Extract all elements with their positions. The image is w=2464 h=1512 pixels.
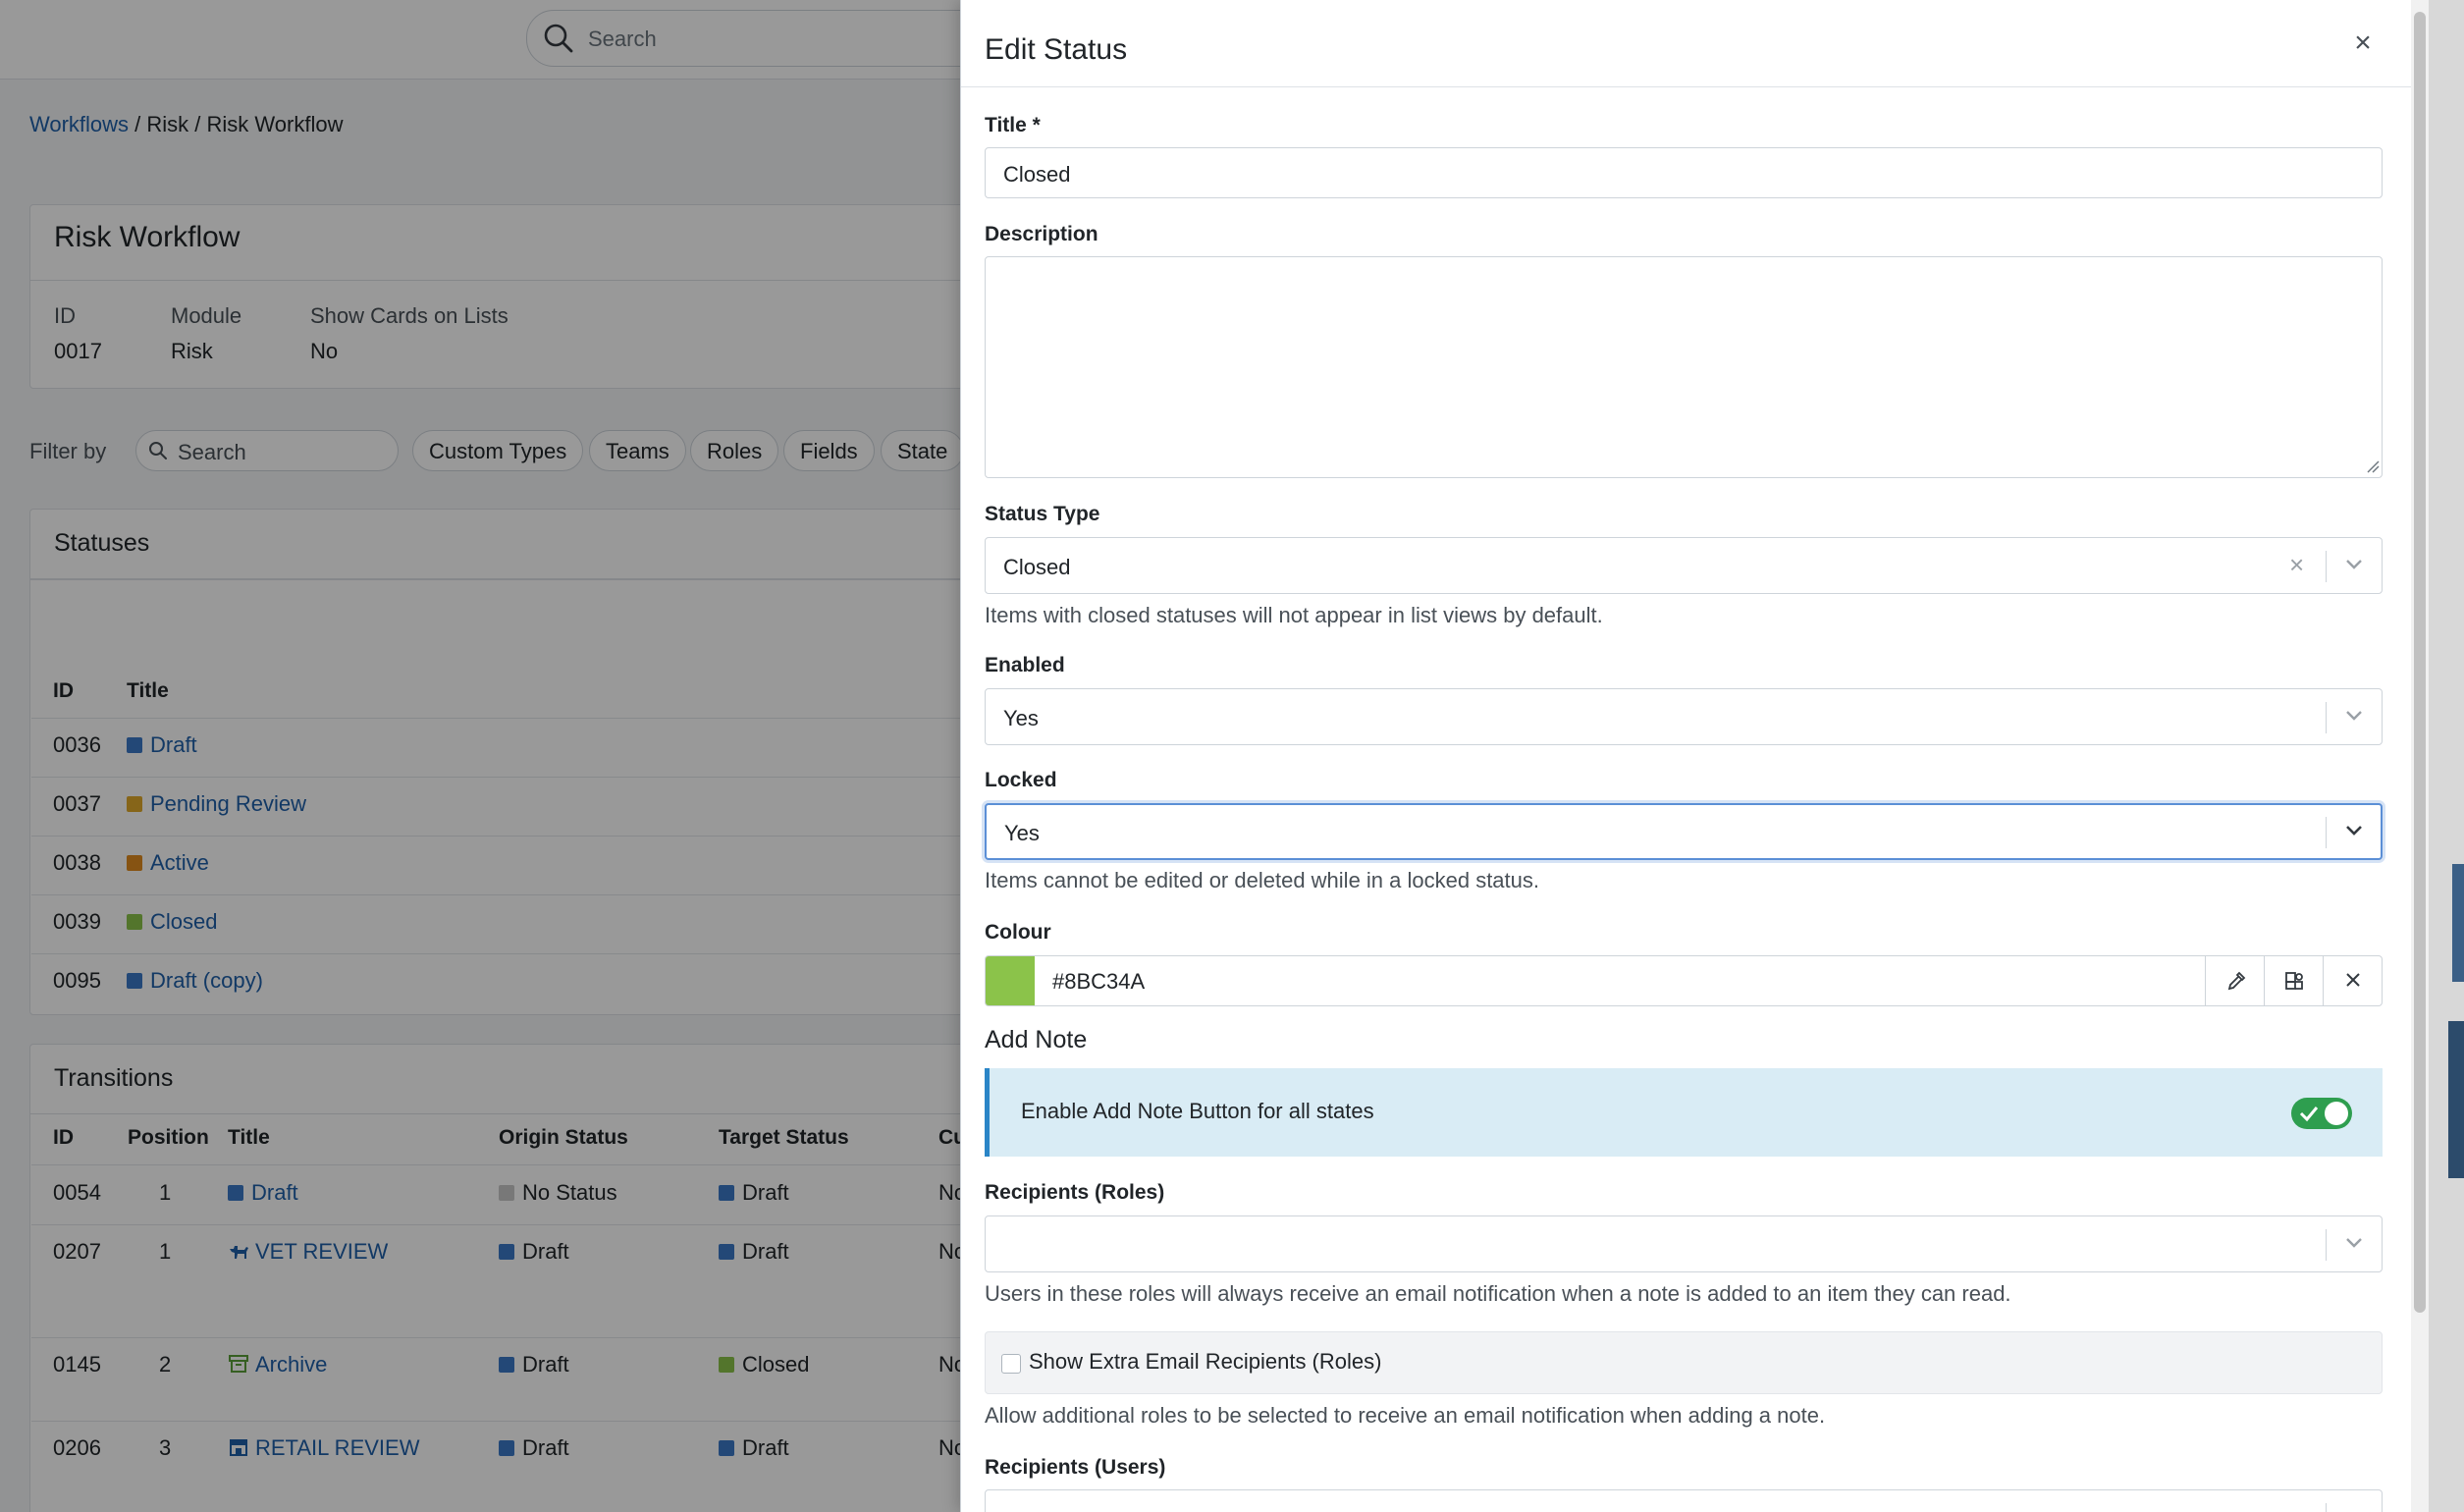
recipients-users-label: Recipients (Users) [985, 1456, 1166, 1479]
panel-title: Edit Status [985, 33, 1128, 66]
panel-scrollbar-thumb[interactable] [2414, 12, 2426, 1313]
extra-recipients-label: Show Extra Email Recipients (Roles) [1029, 1349, 1382, 1374]
toggle-knob [2325, 1102, 2348, 1125]
select-separator [2326, 1503, 2327, 1512]
enabled-label: Enabled [985, 654, 1065, 676]
close-icon [2344, 971, 2362, 994]
select-separator [2326, 817, 2327, 848]
chevron-down-icon[interactable] [2344, 558, 2364, 576]
close-icon[interactable]: × [2345, 26, 2381, 61]
background-edge [2429, 0, 2464, 1512]
colour-swatch[interactable] [986, 956, 1035, 1005]
chevron-down-icon[interactable] [2344, 824, 2364, 842]
title-input[interactable]: Closed [985, 147, 2383, 198]
select-separator [2326, 1229, 2327, 1261]
extra-recipients-checkbox[interactable] [1001, 1354, 1021, 1374]
add-note-toggle-label: Enable Add Note Button for all states [1021, 1099, 1374, 1123]
status-type-select[interactable]: Closed × [985, 537, 2383, 594]
status-type-help: Items with closed statuses will not appe… [985, 603, 1603, 627]
modal-backdrop[interactable] [0, 0, 960, 1512]
title-input-value: Closed [1003, 162, 1071, 187]
locked-value: Yes [1004, 821, 1040, 845]
extra-recipients-box[interactable]: Show Extra Email Recipients (Roles) [985, 1331, 2383, 1394]
clear-colour-button[interactable] [2323, 956, 2382, 1005]
add-note-box: Enable Add Note Button for all states [985, 1068, 2383, 1157]
description-label: Description [985, 223, 1098, 245]
background-edge-decoration [2448, 1021, 2464, 1178]
colour-input[interactable]: #8BC34A [985, 955, 2383, 1006]
eyedropper-icon [2225, 970, 2247, 997]
chevron-down-icon[interactable] [2344, 1236, 2364, 1255]
background-edge-decoration [2452, 864, 2464, 982]
recipients-roles-label: Recipients (Roles) [985, 1181, 1165, 1204]
enabled-value: Yes [1003, 706, 1039, 730]
description-textarea[interactable] [985, 256, 2383, 478]
extra-recipients-help: Allow additional roles to be selected to… [985, 1403, 1826, 1428]
resize-handle-icon[interactable] [2366, 459, 2380, 478]
clear-icon[interactable]: × [2289, 550, 2304, 580]
recipients-users-select[interactable] [985, 1489, 2383, 1512]
palette-icon [2283, 970, 2305, 997]
recipients-roles-help: Users in these roles will always receive… [985, 1281, 2011, 1306]
eyedropper-button[interactable] [2205, 956, 2264, 1005]
add-note-toggle[interactable] [2291, 1098, 2352, 1129]
locked-select[interactable]: Yes [985, 803, 2383, 860]
select-separator [2326, 702, 2327, 733]
status-type-value: Closed [1003, 555, 1071, 579]
locked-help: Items cannot be edited or deleted while … [985, 868, 1540, 892]
edit-status-panel: Edit Status × Title * Closed Description… [960, 0, 2412, 1512]
locked-label: Locked [985, 769, 1057, 791]
add-note-heading: Add Note [985, 1026, 1088, 1053]
panel-header-divider [961, 86, 2412, 87]
chevron-down-icon[interactable] [2344, 709, 2364, 728]
title-label: Title * [985, 114, 1041, 136]
select-separator [2326, 551, 2327, 582]
palette-button[interactable] [2264, 956, 2323, 1005]
check-icon [2297, 1102, 2321, 1130]
enabled-select[interactable]: Yes [985, 688, 2383, 745]
colour-value: #8BC34A [1052, 969, 1146, 994]
status-type-label: Status Type [985, 503, 1100, 525]
recipients-roles-select[interactable] [985, 1215, 2383, 1272]
colour-label: Colour [985, 921, 1051, 944]
